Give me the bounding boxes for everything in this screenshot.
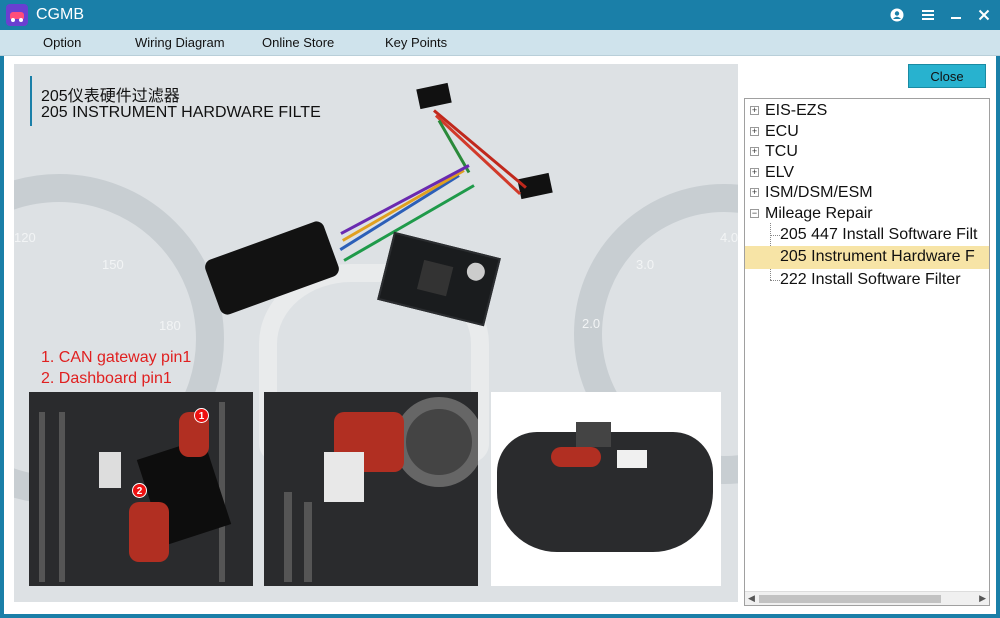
collapse-minus-icon[interactable]: − xyxy=(750,209,759,218)
expand-plus-icon[interactable]: + xyxy=(750,188,759,197)
expand-plus-icon[interactable]: + xyxy=(750,106,759,115)
photo-cluster-back xyxy=(491,392,721,586)
tree-item-eis-ezs[interactable]: + EIS-EZS xyxy=(745,101,989,122)
minimize-icon[interactable] xyxy=(946,5,966,25)
tree-item-label: ISM/DSM/ESM xyxy=(765,184,873,201)
close-icon[interactable] xyxy=(974,5,994,25)
menu-key-points[interactable]: Key Points xyxy=(385,35,447,50)
menu-online-store[interactable]: Online Store xyxy=(262,35,334,50)
tree-item-ism-dsm-esm[interactable]: + ISM/DSM/ESM xyxy=(745,183,989,204)
tree-child-222[interactable]: 222 Install Software Filter xyxy=(745,270,989,291)
menu-option[interactable]: Option xyxy=(43,35,81,50)
wiring-diagram-image: 120 150 180 4.0 3.0 2.0 205仪表硬件过滤器 205 I… xyxy=(14,64,738,602)
installation-steps: 1. CAN gateway pin1 2. Dashboard pin1 xyxy=(41,347,191,389)
title-accent-line xyxy=(30,76,32,126)
badge-2: 2 xyxy=(132,483,147,498)
bg-gauge-number: 3.0 xyxy=(636,257,655,272)
user-icon[interactable] xyxy=(887,5,907,25)
badge-1: 1 xyxy=(194,408,209,423)
tree-item-label: ELV xyxy=(765,164,795,181)
tree-item-label: 205 Instrument Hardware F xyxy=(780,248,975,265)
tree-item-label: EIS-EZS xyxy=(765,102,828,119)
window-title: CGMB xyxy=(36,6,84,23)
bg-gauge-number: 120 xyxy=(14,230,36,245)
tree-child-205-instrument-selected[interactable]: 205 Instrument Hardware F xyxy=(745,246,989,269)
harness-connector-top xyxy=(416,82,452,110)
harness-wire xyxy=(342,169,465,242)
bg-gauge-number: 150 xyxy=(102,257,124,272)
expand-plus-icon[interactable]: + xyxy=(750,147,759,156)
hamburger-icon[interactable] xyxy=(918,5,938,25)
scroll-right-icon[interactable]: ▶ xyxy=(979,593,986,604)
horizontal-scrollbar[interactable]: ◀ ▶ xyxy=(745,591,989,605)
function-tree[interactable]: + EIS-EZS + ECU + TCU + ELV + ISM/DSM/ES… xyxy=(744,98,990,606)
tree-item-ecu[interactable]: + ECU xyxy=(745,122,989,143)
menu-bar: Option Wiring Diagram Online Store Key P… xyxy=(0,30,1000,56)
photo-install-overview: 1 2 xyxy=(29,392,253,586)
photo-install-closeup xyxy=(264,392,478,586)
bg-gauge-number: 4.0 xyxy=(720,230,738,245)
tree-item-elv[interactable]: + ELV xyxy=(745,163,989,184)
scrollbar-thumb[interactable] xyxy=(759,595,941,603)
tree-item-mileage-repair[interactable]: − Mileage Repair xyxy=(745,204,989,225)
bg-gauge-number: 2.0 xyxy=(582,316,601,331)
app-logo-icon xyxy=(6,4,28,26)
tree-item-label: 222 Install Software Filter xyxy=(780,271,961,288)
diagram-title-cn: 205仪表硬件过滤器 xyxy=(41,88,180,105)
bg-gauge-number: 180 xyxy=(159,318,181,333)
expand-plus-icon[interactable]: + xyxy=(750,127,759,136)
tree-item-label: Mileage Repair xyxy=(765,205,873,222)
tree-item-label: 205 447 Install Software Filt xyxy=(780,226,978,243)
tree-child-205-447[interactable]: 205 447 Install Software Filt xyxy=(745,225,989,246)
content-area: 120 150 180 4.0 3.0 2.0 205仪表硬件过滤器 205 I… xyxy=(4,56,996,614)
step-2: 2. Dashboard pin1 xyxy=(41,370,172,387)
expand-plus-icon[interactable]: + xyxy=(750,168,759,177)
title-bar: CGMB xyxy=(0,0,1000,30)
close-button[interactable]: Close xyxy=(908,64,986,88)
tree-item-label: TCU xyxy=(765,143,798,160)
tree-item-label: ECU xyxy=(765,123,799,140)
diagram-title-en: 205 INSTRUMENT HARDWARE FILTE xyxy=(41,104,321,121)
menu-wiring-diagram[interactable]: Wiring Diagram xyxy=(135,35,225,50)
step-1: 1. CAN gateway pin1 xyxy=(41,349,192,366)
scroll-left-icon[interactable]: ◀ xyxy=(748,593,755,604)
tree-item-tcu[interactable]: + TCU xyxy=(745,142,989,163)
